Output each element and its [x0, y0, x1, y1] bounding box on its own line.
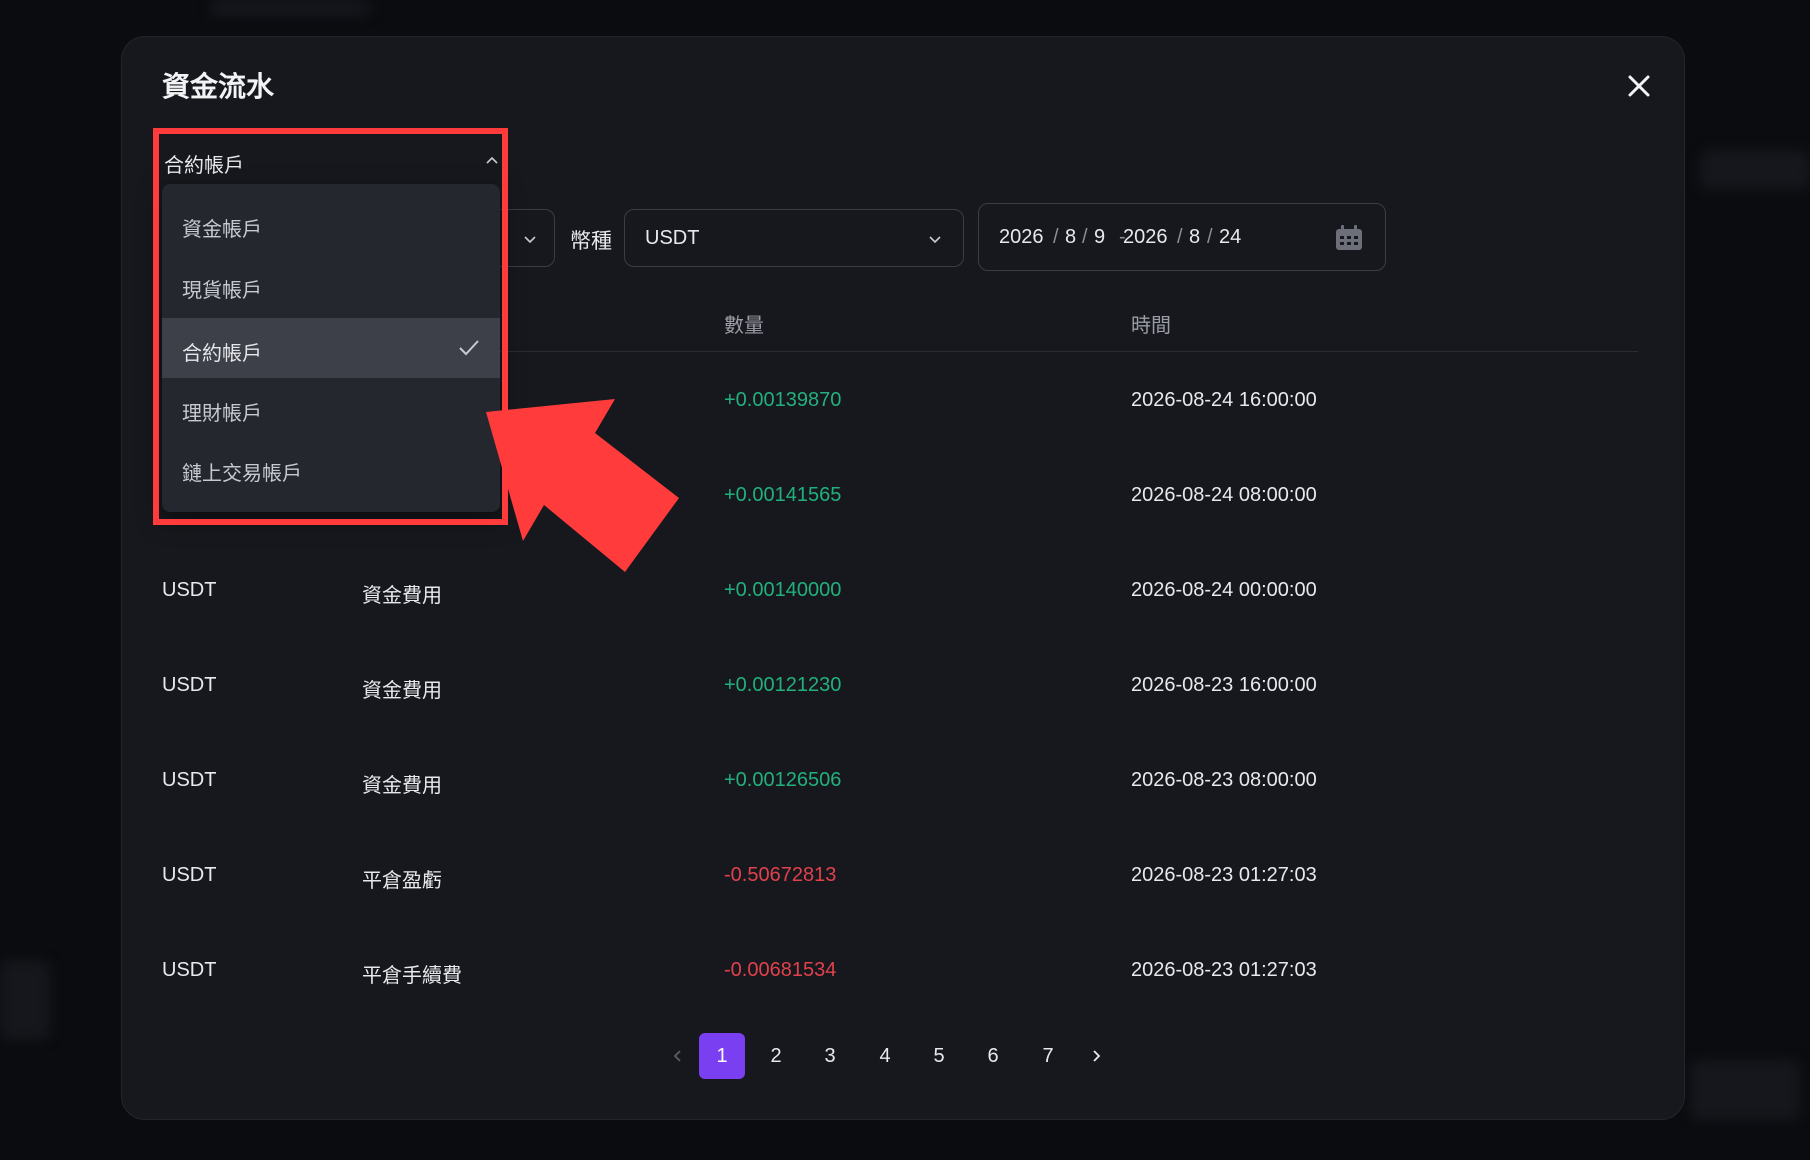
background-block	[210, 0, 370, 16]
date-start-year: 2026	[999, 226, 1044, 248]
next-page-icon[interactable]	[1088, 1048, 1104, 1064]
option-label: 鏈上交易帳戶	[182, 463, 302, 485]
chevron-down-icon	[524, 236, 536, 244]
date-range-picker[interactable]: 2026 / 8 / 9 - 2026 / 8 / 24	[978, 203, 1386, 271]
page-button[interactable]: 6	[970, 1033, 1016, 1079]
check-icon	[459, 340, 479, 356]
cell-type: 資金費用	[362, 680, 442, 702]
cell-time: 2026-08-23 08:00:00	[1131, 769, 1317, 791]
table-row: USDT 平倉手續費 -0.00681534 2026-08-23 01:27:…	[162, 959, 1638, 999]
cell-amount: +0.00140000	[724, 579, 842, 601]
background-block	[1700, 150, 1810, 190]
cell-time: 2026-08-24 00:00:00	[1131, 579, 1317, 601]
table-row: USDT 資金費用 +0.00140000 2026-08-24 00:00:0…	[162, 579, 1638, 619]
account-type-select[interactable]: 合約帳戶	[162, 145, 500, 179]
cell-time: 2026-08-23 01:27:03	[1131, 864, 1317, 886]
calendar-icon[interactable]	[1335, 225, 1363, 251]
page-button[interactable]: 1	[699, 1033, 745, 1079]
account-type-value: 合約帳戶	[164, 155, 244, 177]
date-end-month: 8	[1189, 226, 1201, 248]
page-button[interactable]: 4	[862, 1033, 908, 1079]
cell-amount: -0.50672813	[724, 864, 837, 886]
date-start-month: 8	[1065, 226, 1077, 248]
table-row: USDT 平倉盈虧 -0.50672813 2026-08-23 01:27:0…	[162, 864, 1638, 904]
option-spot-account[interactable]: 現貨帳戶	[162, 255, 500, 315]
chevron-up-icon	[486, 156, 498, 164]
date-end-day: 24	[1219, 226, 1242, 248]
page-button[interactable]: 7	[1025, 1033, 1071, 1079]
date-end-year: 2026	[1123, 226, 1168, 248]
table-row: USDT 資金費用 +0.00126506 2026-08-23 08:00:0…	[162, 769, 1638, 809]
close-icon[interactable]	[1622, 69, 1656, 103]
cell-type: 平倉手續費	[362, 965, 462, 987]
currency-select[interactable]: USDT	[624, 209, 964, 267]
option-label: 現貨帳戶	[182, 280, 262, 302]
background-block	[0, 960, 50, 1040]
cell-time: 2026-08-24 08:00:00	[1131, 484, 1317, 506]
cell-type: 資金費用	[362, 585, 442, 607]
cell-coin: USDT	[162, 769, 217, 791]
option-label: 合約帳戶	[182, 343, 262, 365]
cell-amount: +0.00139870	[724, 389, 842, 411]
header-time: 時間	[1131, 315, 1171, 337]
cell-type: 資金費用	[362, 775, 442, 797]
header-amount: 數量	[724, 315, 764, 337]
option-label: 理財帳戶	[182, 403, 262, 425]
option-onchain-account[interactable]: 鏈上交易帳戶	[162, 438, 500, 498]
chevron-down-icon	[929, 236, 941, 244]
option-futures-account[interactable]: 合約帳戶	[162, 318, 500, 378]
cell-amount: +0.00141565	[724, 484, 842, 506]
cell-time: 2026-08-24 16:00:00	[1131, 389, 1317, 411]
cell-time: 2026-08-23 01:27:03	[1131, 959, 1317, 981]
option-label: 資金帳戶	[182, 219, 262, 241]
account-type-dropdown: 資金帳戶 現貨帳戶 合約帳戶 理財帳戶 鏈上交易帳戶	[162, 184, 500, 512]
modal-title: 資金流水	[162, 71, 275, 102]
option-funding-account[interactable]: 資金帳戶	[162, 194, 500, 254]
table-row: USDT 資金費用 +0.00121230 2026-08-23 16:00:0…	[162, 674, 1638, 714]
background-block	[1690, 1060, 1800, 1120]
date-start-day: 9	[1094, 226, 1106, 248]
currency-label: 幣種	[570, 230, 612, 253]
cell-amount: +0.00121230	[724, 674, 842, 696]
prev-page-icon[interactable]	[670, 1048, 686, 1064]
option-earn-account[interactable]: 理財帳戶	[162, 378, 500, 438]
page-button[interactable]: 2	[753, 1033, 799, 1079]
currency-value: USDT	[645, 227, 700, 249]
cell-coin: USDT	[162, 579, 217, 601]
cell-amount: +0.00126506	[724, 769, 842, 791]
page-button[interactable]: 3	[807, 1033, 853, 1079]
cell-type: 平倉盈虧	[362, 870, 442, 892]
cell-time: 2026-08-23 16:00:00	[1131, 674, 1317, 696]
cell-coin: USDT	[162, 674, 217, 696]
cell-amount: -0.00681534	[724, 959, 837, 981]
cell-coin: USDT	[162, 864, 217, 886]
cell-coin: USDT	[162, 959, 217, 981]
page-button[interactable]: 5	[916, 1033, 962, 1079]
